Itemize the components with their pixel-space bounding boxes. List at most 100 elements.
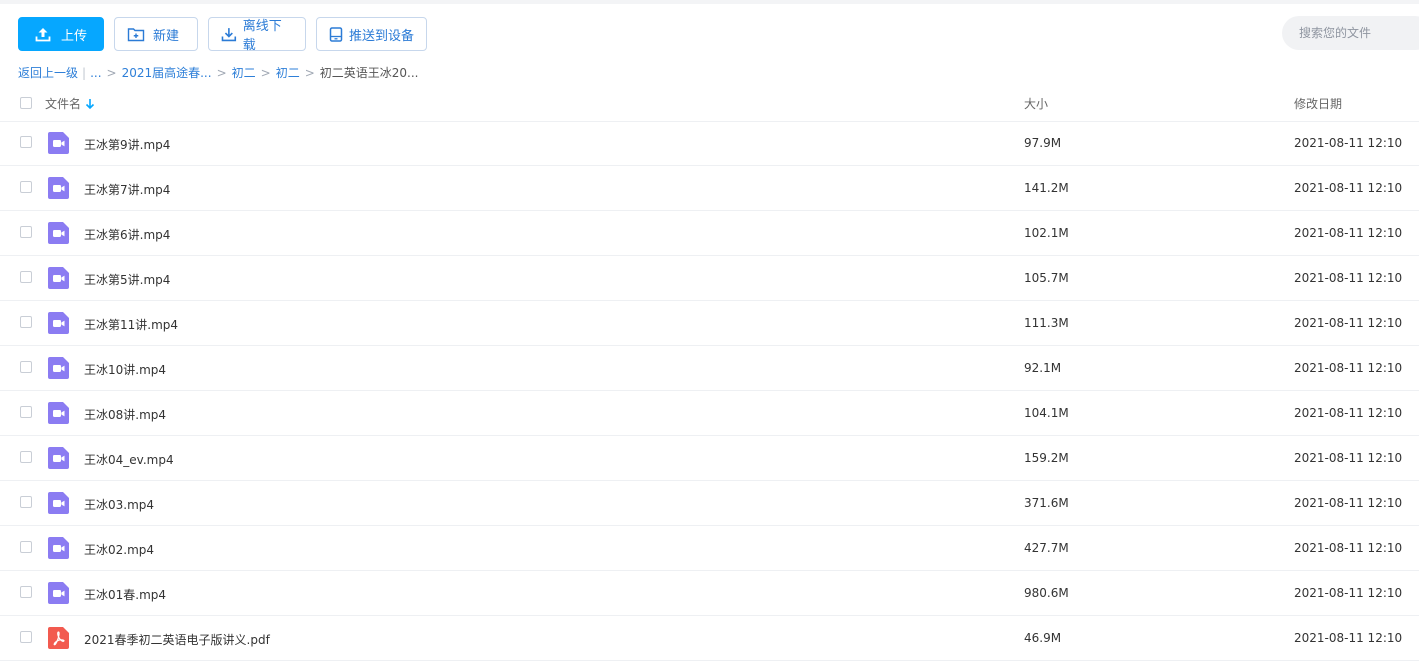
file-row[interactable]: 王冰第5讲.mp4 105.7M 2021-08-11 12:10 bbox=[0, 256, 1419, 301]
size-column-header[interactable]: 大小 bbox=[1024, 95, 1048, 112]
video-file-icon bbox=[48, 132, 69, 154]
new-folder-button[interactable]: 新建 bbox=[114, 17, 198, 51]
file-row[interactable]: 王冰第7讲.mp4 141.2M 2021-08-11 12:10 bbox=[0, 166, 1419, 211]
file-modified-date: 2021-08-11 12:10 bbox=[1294, 541, 1403, 555]
search-input[interactable] bbox=[1297, 25, 1419, 41]
file-row[interactable]: 王冰02.mp4 427.7M 2021-08-11 12:10 bbox=[0, 526, 1419, 571]
file-row[interactable]: 王冰第6讲.mp4 102.1M 2021-08-11 12:10 bbox=[0, 211, 1419, 256]
file-size: 371.6M bbox=[1024, 496, 1069, 510]
file-name[interactable]: 王冰第7讲.mp4 bbox=[84, 181, 170, 198]
file-name[interactable]: 2021春季初二英语电子版讲义.pdf bbox=[84, 631, 270, 648]
pdf-file-icon bbox=[48, 627, 69, 649]
new-folder-label: 新建 bbox=[153, 28, 180, 44]
file-row[interactable]: 王冰第9讲.mp4 97.9M 2021-08-11 12:10 bbox=[0, 121, 1419, 166]
file-size: 111.3M bbox=[1024, 316, 1069, 330]
breadcrumb-current: 初二英语王冰20... bbox=[319, 66, 419, 80]
breadcrumb-item[interactable]: 初二 bbox=[232, 64, 256, 81]
file-modified-date: 2021-08-11 12:10 bbox=[1294, 361, 1403, 375]
offline-download-label: 离线下载 bbox=[242, 19, 282, 53]
row-checkbox[interactable] bbox=[20, 631, 32, 643]
search-box bbox=[1282, 16, 1419, 50]
offline-download-button[interactable]: 离线下载 bbox=[208, 17, 306, 53]
file-name[interactable]: 王冰01春.mp4 bbox=[84, 586, 166, 603]
file-size: 104.1M bbox=[1024, 406, 1069, 420]
file-name[interactable]: 王冰第11讲.mp4 bbox=[84, 316, 178, 333]
row-checkbox[interactable] bbox=[20, 316, 32, 328]
file-modified-date: 2021-08-11 12:10 bbox=[1294, 586, 1403, 600]
modified-column-header[interactable]: 修改日期 bbox=[1294, 95, 1342, 112]
breadcrumb-ellipsis[interactable]: ... bbox=[90, 66, 101, 80]
video-file-icon bbox=[48, 537, 69, 559]
row-checkbox[interactable] bbox=[20, 226, 32, 238]
row-checkbox[interactable] bbox=[20, 181, 32, 193]
breadcrumb-item[interactable]: 2021届高途春... bbox=[122, 64, 212, 81]
row-checkbox[interactable] bbox=[20, 496, 32, 508]
top-divider bbox=[0, 0, 1419, 4]
upload-icon bbox=[35, 27, 51, 41]
video-file-icon bbox=[48, 177, 69, 199]
sort-down-arrow-icon bbox=[85, 98, 95, 109]
breadcrumb-arrow: > bbox=[304, 65, 315, 80]
video-file-icon bbox=[48, 267, 69, 289]
file-name[interactable]: 王冰08讲.mp4 bbox=[84, 406, 166, 423]
row-checkbox[interactable] bbox=[20, 136, 32, 148]
file-row[interactable]: 2021春季初二英语电子版讲义.pdf 46.9M 2021-08-11 12:10 bbox=[0, 616, 1419, 661]
file-size: 427.7M bbox=[1024, 541, 1069, 555]
file-name[interactable]: 王冰第9讲.mp4 bbox=[84, 136, 170, 153]
row-checkbox[interactable] bbox=[20, 361, 32, 373]
row-checkbox[interactable] bbox=[20, 271, 32, 283]
file-row[interactable]: 王冰01春.mp4 980.6M 2021-08-11 12:10 bbox=[0, 571, 1419, 616]
video-file-icon bbox=[48, 492, 69, 514]
new-folder-icon bbox=[127, 27, 145, 41]
push-to-device-button[interactable]: 推送到设备 bbox=[316, 17, 427, 51]
file-name[interactable]: 王冰03.mp4 bbox=[84, 496, 154, 513]
push-to-device-label: 推送到设备 bbox=[349, 28, 415, 44]
file-size: 102.1M bbox=[1024, 226, 1069, 240]
back-link[interactable]: 返回上一级 bbox=[18, 64, 78, 81]
toolbar: 上传 新建 离线下载 推送到设备 bbox=[18, 17, 427, 53]
row-checkbox[interactable] bbox=[20, 451, 32, 463]
file-modified-date: 2021-08-11 12:10 bbox=[1294, 451, 1403, 465]
name-column-header[interactable]: 文件名 bbox=[45, 95, 95, 112]
video-file-icon bbox=[48, 222, 69, 244]
file-modified-date: 2021-08-11 12:10 bbox=[1294, 316, 1403, 330]
breadcrumb-arrow: > bbox=[260, 65, 271, 80]
file-row[interactable]: 王冰03.mp4 371.6M 2021-08-11 12:10 bbox=[0, 481, 1419, 526]
row-checkbox[interactable] bbox=[20, 586, 32, 598]
file-list-header: 文件名 大小 修改日期 bbox=[0, 88, 1419, 122]
file-size: 980.6M bbox=[1024, 586, 1069, 600]
row-checkbox[interactable] bbox=[20, 541, 32, 553]
file-modified-date: 2021-08-11 12:10 bbox=[1294, 631, 1403, 645]
name-column-label: 文件名 bbox=[45, 97, 82, 111]
video-file-icon bbox=[48, 402, 69, 424]
breadcrumb-item[interactable]: 初二 bbox=[276, 64, 300, 81]
video-file-icon bbox=[48, 447, 69, 469]
file-size: 97.9M bbox=[1024, 136, 1062, 150]
file-modified-date: 2021-08-11 12:10 bbox=[1294, 496, 1403, 510]
file-modified-date: 2021-08-11 12:10 bbox=[1294, 271, 1403, 285]
file-name[interactable]: 王冰04_ev.mp4 bbox=[84, 451, 174, 468]
select-all-checkbox[interactable] bbox=[20, 97, 32, 109]
row-checkbox[interactable] bbox=[20, 406, 32, 418]
file-list: 王冰第9讲.mp4 97.9M 2021-08-11 12:10 王冰第7讲.mp4 1… bbox=[0, 121, 1419, 661]
video-file-icon bbox=[48, 312, 69, 334]
file-name[interactable]: 王冰第6讲.mp4 bbox=[84, 226, 170, 243]
file-name[interactable]: 王冰10讲.mp4 bbox=[84, 361, 166, 378]
breadcrumb-arrow: > bbox=[216, 65, 227, 80]
file-row[interactable]: 王冰04_ev.mp4 159.2M 2021-08-11 12:10 bbox=[0, 436, 1419, 481]
upload-button[interactable]: 上传 bbox=[18, 17, 104, 51]
file-row[interactable]: 王冰08讲.mp4 104.1M 2021-08-11 12:10 bbox=[0, 391, 1419, 436]
file-row[interactable]: 王冰第11讲.mp4 111.3M 2021-08-11 12:10 bbox=[0, 301, 1419, 346]
file-modified-date: 2021-08-11 12:10 bbox=[1294, 406, 1403, 420]
download-icon bbox=[221, 27, 237, 41]
file-name[interactable]: 王冰02.mp4 bbox=[84, 541, 154, 558]
video-file-icon bbox=[48, 582, 69, 604]
file-name[interactable]: 王冰第5讲.mp4 bbox=[84, 271, 170, 288]
file-modified-date: 2021-08-11 12:10 bbox=[1294, 136, 1403, 150]
upload-label: 上传 bbox=[60, 28, 87, 44]
file-row[interactable]: 王冰10讲.mp4 92.1M 2021-08-11 12:10 bbox=[0, 346, 1419, 391]
breadcrumb-divider: | bbox=[82, 65, 87, 80]
file-size: 105.7M bbox=[1024, 271, 1069, 285]
breadcrumb: 返回上一级 | ... > 2021届高途春... > 初二 > 初二 > 初二… bbox=[18, 64, 419, 81]
file-size: 92.1M bbox=[1024, 361, 1062, 375]
